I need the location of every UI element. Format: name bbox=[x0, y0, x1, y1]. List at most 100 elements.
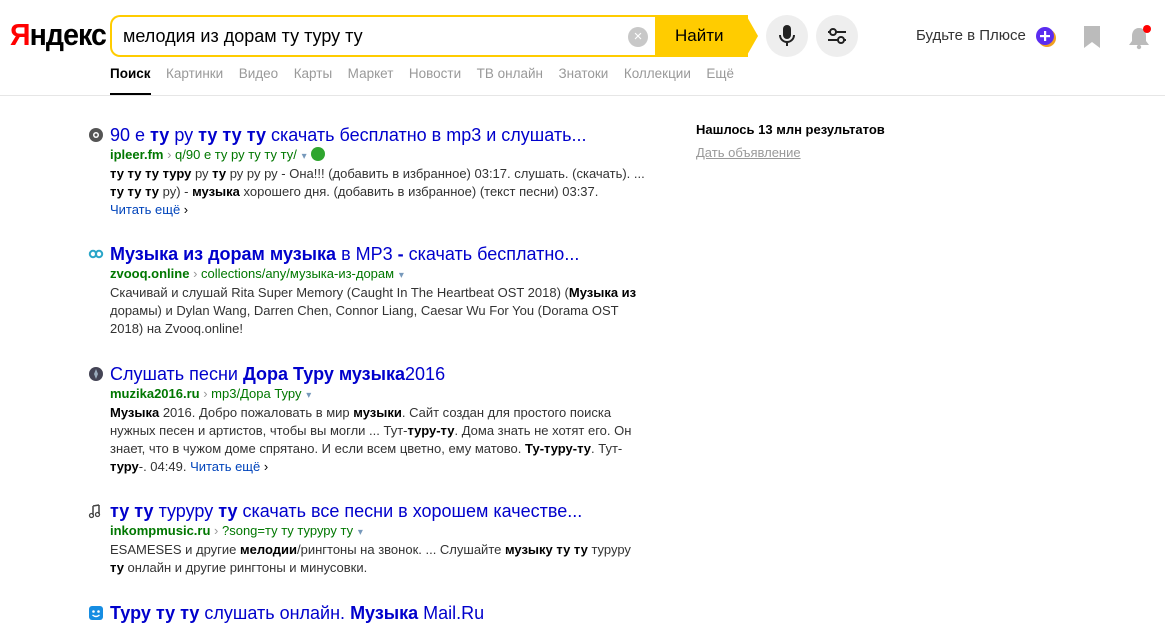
result-domain-link[interactable]: zvooq.online bbox=[110, 266, 189, 281]
url-menu-arrow-icon[interactable]: ▾ bbox=[303, 390, 311, 401]
text-fragment: -. 04:49. bbox=[138, 459, 191, 474]
text-fragment: дорамы) и Dylan Wang, Darren Chen, Conno… bbox=[110, 303, 619, 336]
result-domain-link[interactable]: ipleer.fm bbox=[110, 147, 163, 162]
tab-9[interactable]: Ещё bbox=[706, 65, 734, 96]
text-fragment: Mail.Ru bbox=[418, 603, 485, 623]
muzika2016-icon bbox=[89, 367, 103, 381]
mailru-icon bbox=[89, 606, 103, 620]
tab-0[interactable]: Поиск bbox=[110, 65, 151, 96]
read-more-label: Читать ещё bbox=[190, 459, 261, 474]
result-path-link[interactable]: q/90 е ту ру ту ту ту/ bbox=[175, 147, 297, 162]
highlight-fragment: туру-ту bbox=[407, 423, 455, 438]
chevron-right-icon: › bbox=[180, 202, 189, 217]
url-separator: › bbox=[199, 386, 212, 401]
highlight-fragment: ту bbox=[150, 125, 170, 145]
tab-5[interactable]: Новости bbox=[409, 65, 461, 96]
read-more-link[interactable]: Читать ещё › bbox=[190, 459, 268, 474]
tab-7[interactable]: Знатоки bbox=[559, 65, 609, 96]
result-title-link[interactable]: Слушать песни Дора Туру музыка2016 bbox=[110, 363, 648, 385]
highlight-fragment: ту ту ту bbox=[110, 184, 159, 199]
result-snippet: Скачивай и слушай Rita Super Memory (Cau… bbox=[110, 284, 648, 338]
result-domain-link[interactable]: inkompmusic.ru bbox=[110, 523, 210, 538]
result-domain-link[interactable]: muzika2016.ru bbox=[110, 386, 200, 401]
highlight-fragment: ту ту bbox=[110, 501, 154, 521]
search-result: 90 е ту ру ту ту ту скачать бесплатно в … bbox=[88, 124, 648, 219]
result-title-link[interactable]: ту ту туруру ту скачать все песни в хоро… bbox=[110, 500, 648, 522]
result-path-link[interactable]: collections/any/музыка-из-дорам bbox=[201, 266, 394, 281]
zvooq-icon bbox=[88, 249, 104, 259]
result-title-link[interactable]: Туру ту ту слушать онлайн. Музыка Mail.R… bbox=[110, 602, 648, 624]
result-title-link[interactable]: 90 е ту ру ту ту ту скачать бесплатно в … bbox=[110, 124, 648, 146]
text-fragment: ру ру ру - Она!!! (добавить в избранное)… bbox=[226, 166, 645, 181]
search-button-arrow bbox=[746, 15, 758, 57]
plus-badge-icon[interactable] bbox=[1034, 25, 1056, 47]
advertise-link[interactable]: Дать объявление bbox=[696, 145, 801, 160]
logo-rest: ндекс bbox=[29, 17, 107, 52]
url-menu-arrow-icon[interactable]: ▾ bbox=[355, 527, 363, 538]
text-fragment: Слушать песни bbox=[110, 364, 243, 384]
search-box: × bbox=[110, 15, 670, 57]
result-title-link[interactable]: Музыка из дорам музыка в MP3 - скачать б… bbox=[110, 243, 648, 265]
result-url: muzika2016.ru › mp3/Дора Туру ▾ bbox=[110, 385, 648, 404]
result-url: ipleer.fm › q/90 е ту ру ту ту ту/ ▾ bbox=[110, 146, 648, 165]
read-more-link[interactable]: Читать ещё › bbox=[110, 202, 188, 217]
tab-8[interactable]: Коллекции bbox=[624, 65, 691, 96]
highlight-fragment: ту ту ту bbox=[198, 125, 266, 145]
text-fragment: ESAMESES и другие bbox=[110, 542, 241, 557]
header-divider bbox=[0, 95, 1165, 96]
clear-search-icon[interactable]: × bbox=[628, 27, 648, 47]
text-fragment: онлайн и другие рингтоны и минусовки. bbox=[123, 560, 368, 575]
result-snippet: ту ту ту туру ру ту ру ру ру - Она!!! (д… bbox=[110, 165, 648, 219]
search-result: ту ту туруру ту скачать все песни в хоро… bbox=[88, 500, 648, 577]
search-settings-button[interactable] bbox=[816, 15, 858, 57]
url-separator: › bbox=[210, 523, 222, 538]
results-count: Нашлось 13 млн результатов bbox=[696, 122, 885, 137]
result-url: zvooq.online › collections/any/музыка-из… bbox=[110, 265, 648, 284]
result-snippet: ESAMESES и другие мелодии/рингтоны на зв… bbox=[110, 541, 648, 577]
text-fragment: слушать онлайн. bbox=[199, 603, 351, 623]
text-fragment: 2016 bbox=[405, 364, 446, 384]
highlight-fragment: Музыка из bbox=[568, 285, 637, 300]
music-note-icon bbox=[88, 504, 101, 519]
result-path-link[interactable]: mp3/Дора Туру bbox=[211, 386, 301, 401]
tab-2[interactable]: Видео bbox=[239, 65, 278, 96]
highlight-fragment: ту bbox=[212, 166, 227, 181]
yandex-logo[interactable]: Яндекс bbox=[10, 17, 107, 52]
highlight-fragment: Музыка из дорам музыка bbox=[110, 244, 337, 264]
text-fragment: в MP3 bbox=[336, 244, 398, 264]
verified-crown-icon bbox=[310, 147, 325, 161]
text-fragment: 90 е bbox=[110, 125, 151, 145]
text-fragment: скачать все песни в хорошем качестве... bbox=[237, 501, 583, 521]
highlight-fragment: туру bbox=[110, 459, 139, 474]
sliders-icon bbox=[828, 28, 846, 44]
text-fragment: ру) - bbox=[159, 184, 193, 199]
highlight-fragment: ту bbox=[110, 560, 124, 575]
search-input[interactable] bbox=[123, 17, 613, 55]
text-fragment: скачать бесплатно... bbox=[403, 244, 580, 264]
text-fragment: ру bbox=[191, 166, 213, 181]
highlight-fragment: Музыка bbox=[350, 603, 419, 623]
search-form: × Найти bbox=[110, 15, 758, 57]
microphone-icon bbox=[779, 25, 795, 46]
microphone-button[interactable] bbox=[766, 15, 808, 57]
highlight-fragment: Музыка bbox=[110, 405, 160, 420]
highlight-fragment: ту ту ту туру bbox=[110, 166, 192, 181]
search-button[interactable]: Найти bbox=[655, 15, 748, 57]
tab-1[interactable]: Картинки bbox=[166, 65, 223, 96]
highlight-fragment: музыки bbox=[353, 405, 402, 420]
bookmark-icon[interactable] bbox=[1082, 25, 1102, 49]
search-result: Туру ту ту слушать онлайн. Музыка Mail.R… bbox=[88, 602, 648, 624]
bell-icon[interactable] bbox=[1126, 24, 1152, 50]
tab-6[interactable]: ТВ онлайн bbox=[477, 65, 543, 96]
highlight-fragment: Дора Туру музыка bbox=[242, 364, 406, 384]
result-path-link[interactable]: ?song=ту ту туруру ту bbox=[222, 523, 353, 538]
search-result: Музыка из дорам музыка в MP3 - скачать б… bbox=[88, 243, 648, 338]
plus-link[interactable]: Будьте в Плюсе bbox=[916, 27, 1026, 44]
text-fragment: ру bbox=[169, 125, 199, 145]
tab-4[interactable]: Маркет bbox=[348, 65, 394, 96]
search-tabs: Поиск Картинки Видео Карты Маркет Новости ТВ о… bbox=[110, 65, 750, 96]
url-menu-arrow-icon[interactable]: ▾ bbox=[299, 151, 307, 162]
tab-3[interactable]: Карты bbox=[294, 65, 332, 96]
text-fragment: туруру bbox=[153, 501, 219, 521]
url-menu-arrow-icon[interactable]: ▾ bbox=[396, 270, 404, 281]
